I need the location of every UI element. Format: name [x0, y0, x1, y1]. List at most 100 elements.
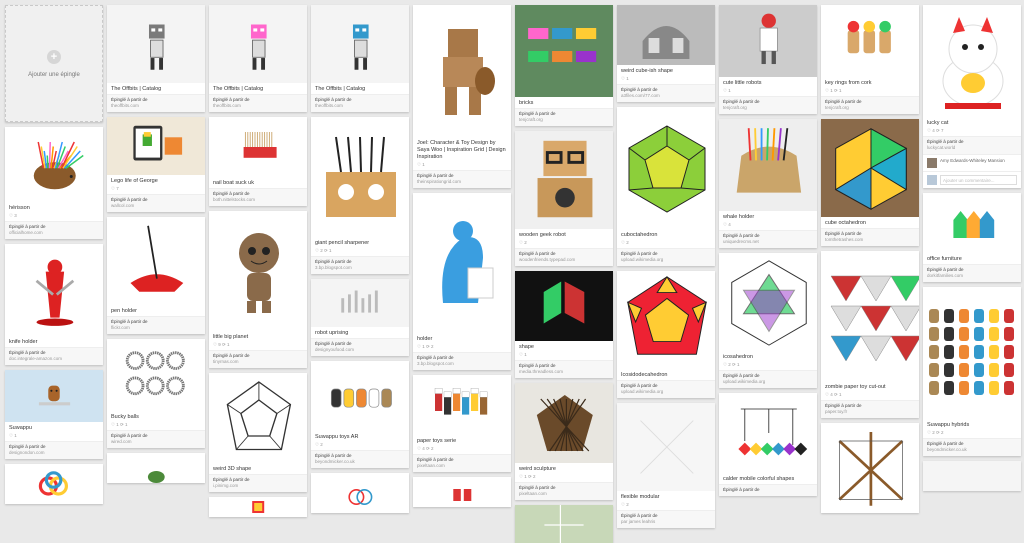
pin-image[interactable]: [515, 505, 613, 543]
pin-card[interactable]: zombie paper toy cut-out ♡ 4 ⟳ 1 Épinglé à…: [821, 251, 919, 418]
pin-image[interactable]: [719, 393, 817, 473]
add-pin-button[interactable]: + Ajouter une épingle: [5, 5, 103, 122]
pin-source-url[interactable]: theoffbits.com: [111, 103, 201, 109]
pin-card[interactable]: [923, 461, 1021, 491]
pin-source[interactable]: Épinglé à partir de wallcol.com: [107, 194, 205, 212]
pin-card[interactable]: The Offbits | Catalog Épinglé à partir de…: [107, 5, 205, 112]
pin-image[interactable]: [311, 5, 409, 83]
pin-source[interactable]: Épinglé à partir de theinspirationgrid.co…: [413, 170, 511, 188]
pin-source-url[interactable]: 3.bp.blogspot.com: [417, 361, 507, 367]
pin-card[interactable]: weird 3D shape Épinglé à partir de i.pinim…: [209, 373, 307, 492]
pin-image[interactable]: [617, 403, 715, 491]
pin-image[interactable]: [5, 244, 103, 336]
pin-source-url[interactable]: a3files.com/77.com: [621, 93, 711, 99]
pin-image[interactable]: [311, 473, 409, 513]
pin-image[interactable]: [515, 5, 613, 97]
pin-card[interactable]: [413, 477, 511, 507]
pin-source-url[interactable]: i.pinimg.com: [213, 483, 303, 489]
pin-source-url[interactable]: uniquedrecms.net: [723, 239, 813, 245]
pin-source-url[interactable]: flickr.com: [111, 325, 201, 331]
pin-image[interactable]: [107, 5, 205, 83]
pin-source-url[interactable]: officialhome.com: [9, 230, 99, 236]
pin-image[interactable]: [413, 193, 511, 333]
pin-image[interactable]: [821, 5, 919, 77]
pin-image[interactable]: [107, 217, 205, 305]
pin-image[interactable]: [515, 383, 613, 463]
pin-card[interactable]: [5, 464, 103, 504]
pin-card[interactable]: cuboctahedron ♡ 2 Épinglé à partir de uploa…: [617, 107, 715, 266]
pin-source[interactable]: Épinglé à partir de officialhome.com: [5, 221, 103, 239]
pin-image[interactable]: [719, 253, 817, 351]
pin-source[interactable]: Épinglé à partir de: [719, 484, 817, 496]
pin-image[interactable]: [209, 497, 307, 517]
pin-source-url[interactable]: tinyrnas.com: [213, 359, 303, 365]
comment-user[interactable]: Amy Edwards-Whiteley Mansion: [940, 158, 1005, 168]
comment-input[interactable]: Ajouter un commentaire...: [940, 175, 1017, 185]
pin-source[interactable]: Épinglé à partir de doc.integrale-amazon.…: [5, 347, 103, 365]
pin-source[interactable]: Épinglé à partir de tenjcraft.org: [719, 96, 817, 114]
pin-source-url[interactable]: 3.bp.blogspot.com: [315, 265, 405, 271]
pin-card[interactable]: [515, 505, 613, 543]
pin-card[interactable]: wooden geek robot ♡ 2 Épinglé à partir de w…: [515, 131, 613, 266]
pin-card[interactable]: knife holder Épinglé à partir de doc.integ…: [5, 244, 103, 365]
pin-card[interactable]: weird cube-ish shape ♡ 1 Épinglé à partir …: [617, 5, 715, 102]
pin-source-url[interactable]: both.nittelstocks.com: [213, 197, 303, 203]
pin-source[interactable]: Épinglé à partir de luckycat.world: [923, 136, 1021, 154]
pin-source-url[interactable]: dorkitfamilies.com: [927, 273, 1017, 279]
pin-card[interactable]: Suwappu toys AR ♡ 2 Épinglé à partir de bey…: [311, 361, 409, 468]
pin-source[interactable]: Épinglé à partir de i.pinimg.com: [209, 474, 307, 492]
pin-card[interactable]: robot uprising Épinglé à partir de designy…: [311, 279, 409, 356]
pin-source-url[interactable]: doc.integrale-amazon.com: [9, 356, 99, 362]
pin-card[interactable]: Lego life of George ♡ 7 Épinglé à partir d…: [107, 117, 205, 212]
pin-source[interactable]: Épinglé à partir de upload.wikimedia.org: [617, 248, 715, 266]
pin-source[interactable]: Épinglé à partir de uniquedrecms.net: [719, 230, 817, 248]
pin-source[interactable]: Épinglé à partir de 3.bp.blogspot.com: [311, 256, 409, 274]
pin-source[interactable]: Épinglé à partir de upload.wikimedia.org: [719, 370, 817, 388]
pin-source-url[interactable]: beyondmicker.co.uk: [315, 459, 405, 465]
pin-source[interactable]: Épinglé à partir de tenjcraft.org: [821, 96, 919, 114]
pin-source[interactable]: Épinglé à partir de 3.bp.blogspot.com: [413, 352, 511, 370]
pin-card[interactable]: weird sculpture ♡ 1 ⟳ 2 Épinglé à partir d…: [515, 383, 613, 500]
pin-image[interactable]: [719, 119, 817, 211]
pin-image[interactable]: [5, 370, 103, 422]
pin-source[interactable]: Épinglé à partir de par james leahris: [617, 510, 715, 528]
pin-card[interactable]: giant pencil sharpener ♡ 2 ⟳ 1 Épinglé à p…: [311, 117, 409, 274]
pin-source-url[interactable]: tenjcraft.org: [825, 105, 915, 111]
pin-source-url[interactable]: theoffbits.com: [315, 103, 405, 109]
pin-image[interactable]: [107, 339, 205, 411]
pin-source[interactable]: Épinglé à partir de both.nittelstocks.com: [209, 188, 307, 206]
pin-source[interactable]: Épinglé à partir de tenjcraft.org: [515, 108, 613, 126]
pin-source-url[interactable]: beyondmicker.co.uk: [927, 447, 1017, 453]
pin-card[interactable]: whale holder ♡ 4 Épinglé à partir de unique…: [719, 119, 817, 248]
pin-card[interactable]: Icosidodecahedron Épinglé à partir de uplo…: [617, 271, 715, 398]
pin-source[interactable]: Épinglé à partir de dorkitfamilies.com: [923, 264, 1021, 282]
pin-image[interactable]: [617, 271, 715, 369]
pin-image[interactable]: [413, 5, 511, 137]
pin-source-url[interactable]: pixeltaan.com: [417, 463, 507, 469]
pin-image[interactable]: [923, 5, 1021, 117]
pin-card[interactable]: The Offbits | Catalog Épinglé à partir de…: [209, 5, 307, 112]
pin-source[interactable]: Épinglé à partir de flickr.com: [107, 316, 205, 334]
pin-source[interactable]: Épinglé à partir de upload.wikimedia.org: [617, 380, 715, 398]
pin-image[interactable]: [821, 423, 919, 513]
pin-card[interactable]: The Offbits | Catalog Épinglé à partir de…: [311, 5, 409, 112]
pin-image[interactable]: [209, 117, 307, 177]
pin-card[interactable]: office furniture Épinglé à partir de dorki…: [923, 193, 1021, 282]
pin-source-url[interactable]: upload.wikimedia.org: [723, 379, 813, 385]
pin-image[interactable]: [923, 287, 1021, 419]
pin-image[interactable]: [5, 127, 103, 202]
pin-source-url[interactable]: theoffbits.com: [213, 103, 303, 109]
pin-source-url[interactable]: wallcol.com: [111, 203, 201, 209]
pin-source[interactable]: Épinglé à partir de designondon.com: [5, 441, 103, 459]
pin-source[interactable]: Épinglé à partir de theoffbits.com: [311, 94, 409, 112]
pin-via[interactable]: par james leahris: [621, 519, 711, 525]
pin-image[interactable]: [5, 464, 103, 504]
pin-source[interactable]: Épinglé à partir de theoffbits.com: [107, 94, 205, 112]
pin-source-url[interactable]: wired.com: [111, 439, 201, 445]
pin-source[interactable]: Épinglé à partir de pixeltaan.com: [413, 454, 511, 472]
pin-card[interactable]: Bucky balls ♡ 1 ⟳ 1 Épinglé à partir de wir…: [107, 339, 205, 448]
pin-source-url[interactable]: theinspirationgrid.com: [417, 179, 507, 185]
pin-source[interactable]: Épinglé à partir de a3files.com/77.com: [617, 84, 715, 102]
pin-source-url[interactable]: designondon.com: [9, 450, 99, 456]
pin-card[interactable]: Suwappu hybrids ♡ 2 ⟳ 2 Épinglé à partir d…: [923, 287, 1021, 456]
